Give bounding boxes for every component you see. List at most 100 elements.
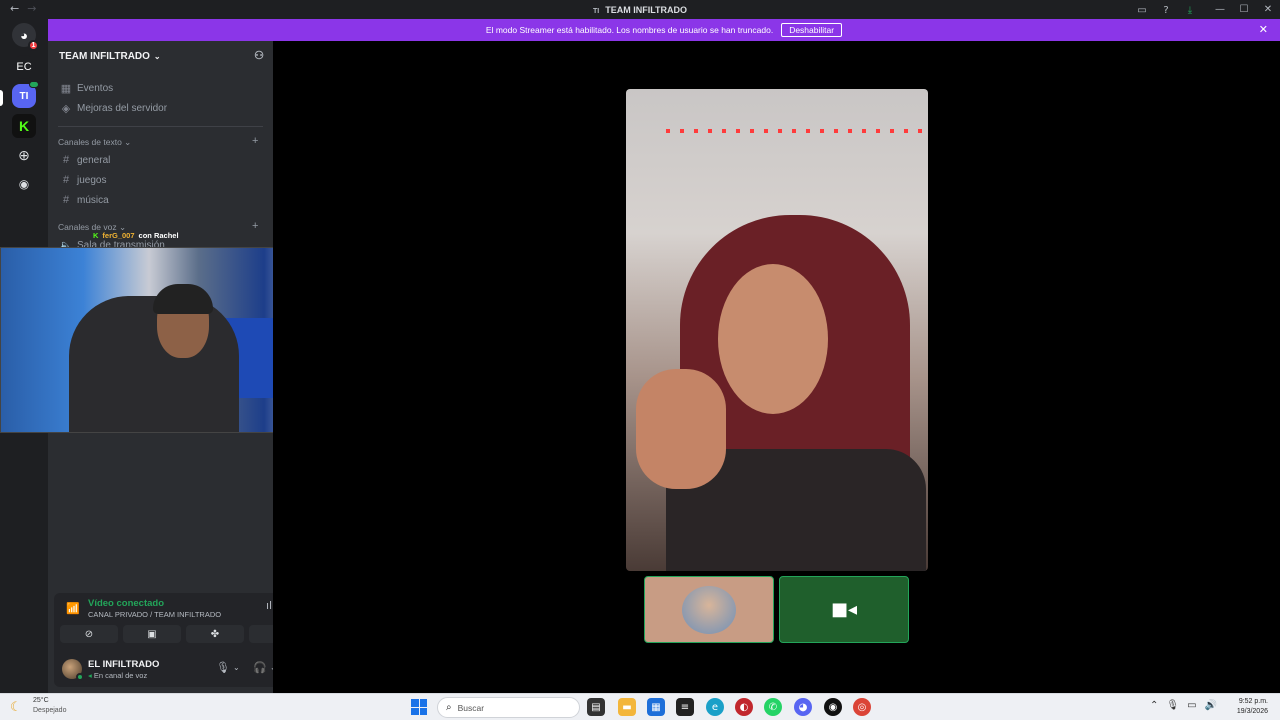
channel-general[interactable]: # general (58, 151, 110, 169)
divider (58, 126, 263, 127)
boosts-item[interactable]: ◈ Mejoras del servidor (58, 99, 167, 117)
streamer-cap (153, 284, 213, 314)
selected-indicator (0, 90, 3, 106)
avatar[interactable] (62, 659, 84, 681)
moon-icon: ☾ (10, 699, 22, 714)
signal-icon: 📶 (66, 602, 80, 615)
file-explorer-icon[interactable]: ▬ (618, 698, 636, 716)
weather-condition: Despejado (33, 707, 67, 714)
windows-taskbar: ☾ 25°C Despejado ⌕ Buscar ▤ ▬ ▦ ≡ e ◐ ✆ … (0, 693, 1280, 720)
add-text-channel-icon[interactable]: + (252, 135, 258, 147)
events-item[interactable]: ▦ Eventos (58, 79, 113, 97)
title-bar: ← → TI TEAM INFILTRADO ▭ ? ⤓ — ☐ ✕ (0, 0, 1280, 19)
streamer-body (69, 296, 239, 432)
voice-status[interactable]: Vídeo conectado (88, 598, 164, 609)
text-category-label: Canales de texto (58, 137, 122, 147)
video-camera-icon: ■◂ (830, 599, 858, 620)
window-title-text: TEAM INFILTRADO (605, 4, 688, 15)
user-status-text: En canal de voz (93, 671, 148, 680)
live-dot (29, 81, 39, 88)
main-video-feed[interactable] (626, 89, 928, 571)
search-box[interactable]: ⌕ Buscar (437, 697, 580, 718)
username: EL INFILTRADO (88, 659, 160, 670)
help-icon[interactable]: ? (1154, 3, 1178, 17)
calendar-icon: ▦ (60, 82, 72, 95)
server-ec[interactable]: EC (12, 55, 36, 79)
browser-icon[interactable]: ◐ (735, 698, 753, 716)
chevron-down-icon: ⌄ (153, 51, 161, 61)
volume-icon[interactable]: 🔊 (1205, 700, 1217, 711)
task-view-icon[interactable]: ▤ (587, 698, 605, 716)
add-voice-channel-icon[interactable]: + (252, 220, 258, 232)
user-status: ◂ En canal de voz (88, 671, 148, 680)
streamer-name: ferG_007 (102, 231, 135, 240)
window-title: TI TEAM INFILTRADO (0, 5, 1280, 15)
server-ti-label: TI (19, 90, 29, 102)
camera-off-icon: ⊘ (84, 628, 94, 640)
explore-icon[interactable]: ◉ (12, 172, 36, 196)
disable-button[interactable]: Deshabilitar (781, 23, 843, 37)
channel-musica[interactable]: # música (58, 191, 109, 209)
stream-overlay-tag: K ferG_007 con Rachel (93, 231, 179, 240)
channel-label: música (77, 194, 109, 206)
participant-tile-camera[interactable]: ■◂ (779, 576, 909, 643)
invite-icon[interactable]: ⚇ (254, 49, 264, 62)
participant-hand (636, 369, 726, 489)
activities-button[interactable]: ✤ (186, 625, 244, 643)
tray-chevron-icon[interactable]: ⌃ (1150, 700, 1158, 711)
server-abbrev: TI (592, 7, 600, 15)
voice-channel-path[interactable]: CANAL PRIVADO / TEAM INFILTRADO (88, 610, 221, 619)
download-icon[interactable]: ⤓ (1178, 3, 1202, 17)
display-icon[interactable]: ▭ (1187, 700, 1196, 711)
boost-icon: ◈ (61, 102, 71, 115)
close-window-icon[interactable]: ✕ (1256, 0, 1280, 19)
system-tray: ⌃ 🎙 ▭ 🔊 (1150, 700, 1217, 711)
clock[interactable]: 9:52 p.m. 19/3/2026 (1237, 697, 1268, 717)
search-icon: ⌕ (446, 702, 452, 713)
channel-juegos[interactable]: # juegos (58, 171, 107, 189)
headphones-icon[interactable]: 🎧 (253, 661, 267, 674)
obs-icon[interactable]: ◉ (824, 698, 842, 716)
close-banner-icon[interactable]: ✕ (1259, 23, 1268, 36)
hash-icon: # (62, 154, 70, 166)
maximize-icon[interactable]: ☐ (1232, 0, 1256, 19)
store-icon[interactable]: ▦ (647, 698, 665, 716)
activities-icon: ✤ (210, 628, 220, 640)
microphone-icon[interactable]: 🎙 (216, 661, 230, 674)
participant-face (718, 264, 828, 414)
date: 19/3/2026 (1236, 708, 1268, 715)
add-server-icon[interactable]: ⊕ (12, 143, 36, 167)
screen-share-icon: ▣ (147, 628, 157, 640)
server-header[interactable]: TEAM INFILTRADO ⌄ ⚇ (48, 41, 273, 71)
edge-icon[interactable]: e (706, 698, 724, 716)
inbox-icon[interactable]: ▭ (1130, 3, 1154, 17)
chrome-icon[interactable]: ◎ (853, 698, 871, 716)
tray-mic-icon[interactable]: 🎙 (1166, 700, 1179, 711)
discord-home-icon[interactable]: ◕ 1 (12, 23, 39, 51)
events-label: Eventos (77, 82, 114, 94)
notification-badge: 1 (28, 40, 39, 51)
hash-icon: # (62, 174, 70, 186)
whatsapp-icon[interactable]: ✆ (764, 698, 782, 716)
hash-icon: # (62, 194, 70, 206)
terminal-icon[interactable]: ≡ (676, 698, 694, 716)
toggle-camera-button[interactable]: ⊘ (60, 625, 118, 643)
channel-label: general (77, 154, 111, 166)
discord-taskbar-icon[interactable]: ◕ (794, 698, 812, 716)
kick-logo: K (93, 231, 99, 240)
start-button[interactable] (411, 699, 427, 715)
weather-temp: 25°C (33, 697, 49, 704)
string-lights (666, 129, 928, 133)
share-screen-button[interactable]: ▣ (123, 625, 181, 643)
time: 9:52 p.m. (1238, 698, 1268, 705)
boosts-label: Mejoras del servidor (77, 102, 168, 114)
server-team-infiltrado[interactable]: TI (12, 81, 39, 108)
channel-label: juegos (77, 174, 107, 186)
minimize-icon[interactable]: — (1208, 0, 1232, 19)
mic-options-chevron-icon[interactable]: ⌄ (233, 663, 240, 672)
server-kick[interactable]: K (12, 114, 36, 138)
participant-tile-avatar[interactable] (644, 576, 774, 643)
online-dot (76, 673, 84, 681)
text-category[interactable]: Canales de texto ⌄ + (58, 135, 258, 148)
banner-message: El modo Streamer está habilitado. Los no… (485, 25, 774, 35)
